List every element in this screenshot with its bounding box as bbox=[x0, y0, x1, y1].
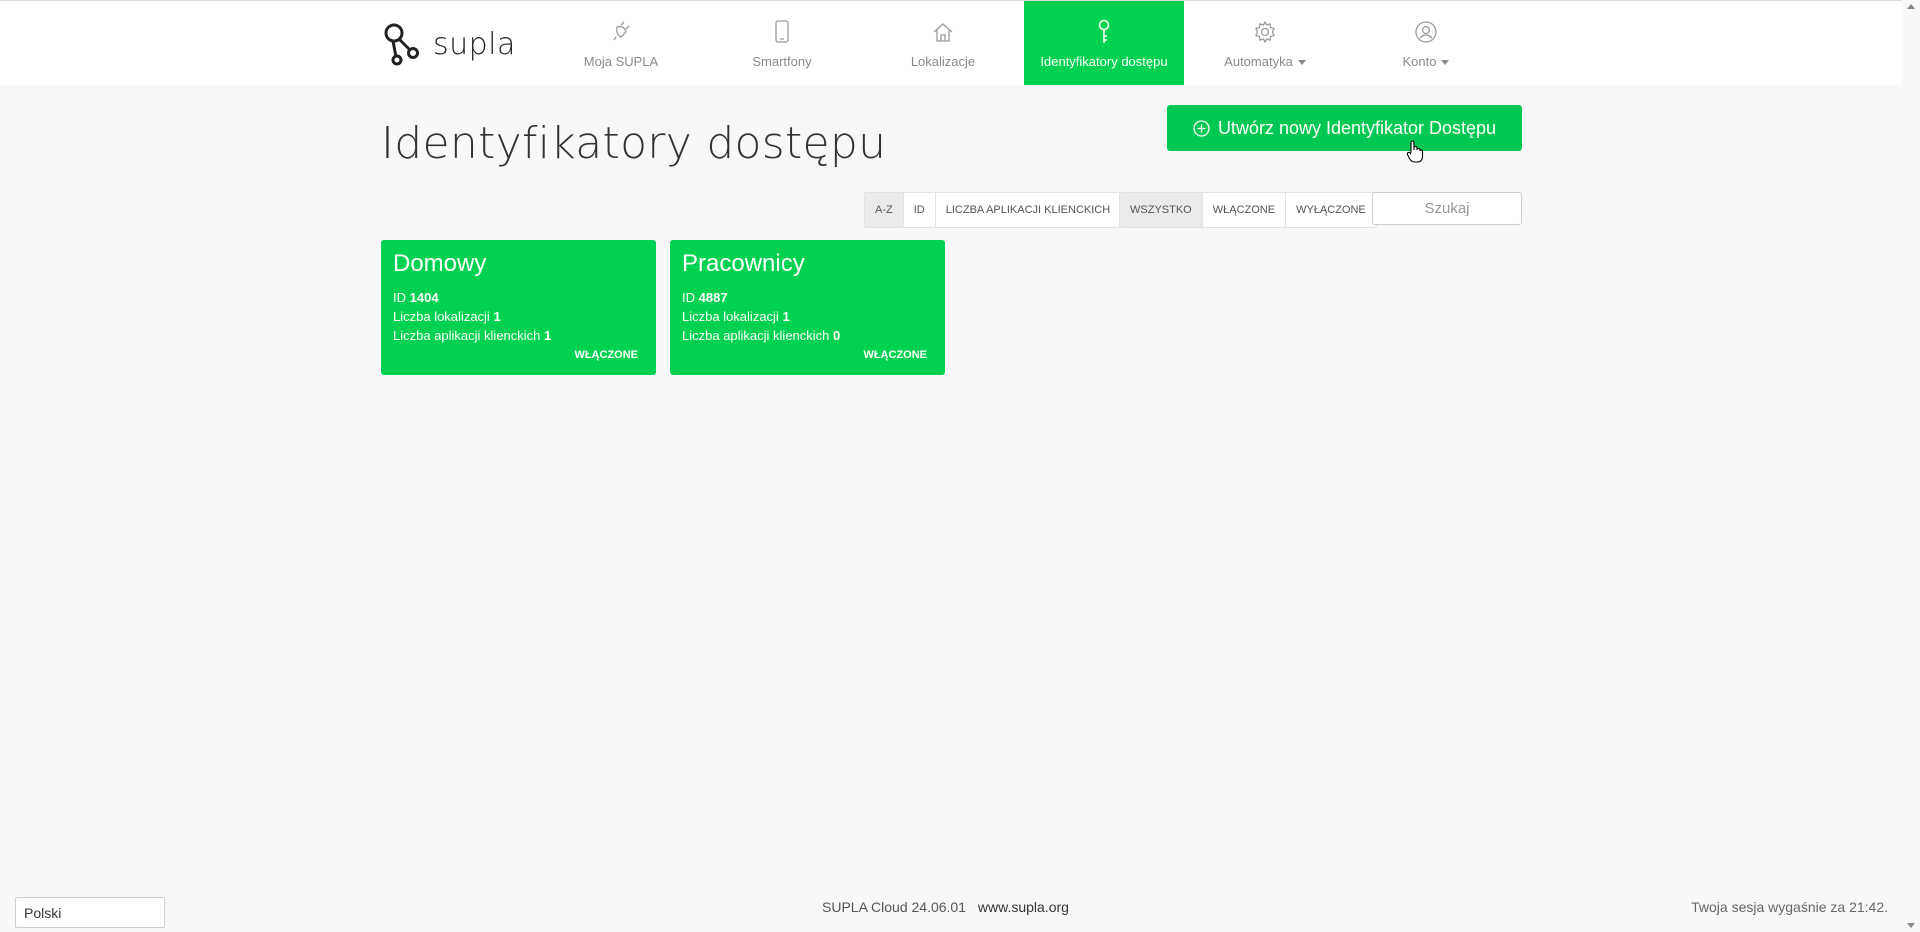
supla-website-link[interactable]: www.supla.org bbox=[978, 899, 1069, 915]
nav-item-automatyka[interactable]: Automatyka bbox=[1185, 1, 1345, 85]
card-id-label: ID bbox=[682, 290, 695, 305]
sort-option-id[interactable]: ID bbox=[904, 193, 936, 227]
card-locations-label: Liczba lokalizacji bbox=[393, 309, 490, 324]
card-id-label: ID bbox=[393, 290, 406, 305]
filter-options: WSZYSTKO WŁĄCZONE WYŁĄCZONE bbox=[1119, 192, 1377, 228]
plus-circle-icon bbox=[1193, 119, 1210, 137]
access-id-card-domowy[interactable]: Domowy ID 1404 Liczba lokalizacji 1 Licz… bbox=[381, 240, 656, 375]
card-id-value: 4887 bbox=[698, 290, 728, 305]
nav-label-text: Konto bbox=[1402, 53, 1437, 69]
card-id: ID 1404 bbox=[393, 288, 644, 307]
nav-label-text: Automatyka bbox=[1224, 53, 1293, 69]
nav-label: Automatyka bbox=[1224, 54, 1306, 69]
nav-item-lokalizacje[interactable]: Lokalizacje bbox=[863, 1, 1023, 85]
access-id-card-pracownicy[interactable]: Pracownicy ID 4887 Liczba lokalizacji 1 … bbox=[670, 240, 945, 375]
plug-icon bbox=[610, 18, 632, 46]
card-clients-label: Liczba aplikacji klienckich bbox=[682, 328, 830, 343]
card-locations: Liczba lokalizacji 1 bbox=[393, 307, 644, 326]
app-version: SUPLA Cloud 24.06.01 bbox=[822, 899, 966, 915]
card-locations: Liczba lokalizacji 1 bbox=[682, 307, 933, 326]
card-locations-value: 1 bbox=[493, 309, 501, 324]
status-badge: WŁĄCZONE bbox=[574, 349, 638, 361]
gear-icon bbox=[1253, 18, 1277, 46]
sort-option-clients[interactable]: LICZBA APLIKACJI KLIENCKICH bbox=[936, 193, 1120, 227]
card-locations-label: Liczba lokalizacji bbox=[682, 309, 779, 324]
card-title: Domowy bbox=[393, 250, 487, 277]
sort-option-az[interactable]: A-Z bbox=[865, 193, 904, 227]
filter-option-all[interactable]: WSZYSTKO bbox=[1120, 193, 1203, 227]
filter-option-disabled[interactable]: WYŁĄCZONE bbox=[1286, 193, 1376, 227]
logo[interactable]: supla bbox=[383, 19, 516, 69]
filter-option-enabled[interactable]: WŁĄCZONE bbox=[1203, 193, 1287, 227]
nav-item-smartfony[interactable]: Smartfony bbox=[702, 1, 862, 85]
caret-down-icon bbox=[1297, 59, 1306, 65]
card-id-value: 1404 bbox=[409, 290, 439, 305]
card-clients-label: Liczba aplikacji klienckich bbox=[393, 328, 541, 343]
brand-name: supla bbox=[433, 26, 516, 62]
nav-label: Konto bbox=[1403, 54, 1450, 69]
card-title: Pracownicy bbox=[682, 250, 805, 277]
card-locations-value: 1 bbox=[782, 309, 790, 324]
scrollbar[interactable] bbox=[1902, 0, 1920, 932]
nav-label: Identyfikatory dostępu bbox=[1040, 53, 1168, 69]
scroll-up-icon[interactable] bbox=[1907, 4, 1915, 9]
caret-down-icon bbox=[1441, 59, 1450, 65]
nav-label: Lokalizacje bbox=[910, 53, 976, 69]
nav-item-konto[interactable]: Konto bbox=[1346, 1, 1506, 85]
navbar: supla Moja SUPLA Smartfony Lokalizacje I… bbox=[0, 1, 1902, 85]
smartphone-icon bbox=[774, 18, 790, 46]
create-access-id-button[interactable]: Utwórz nowy Identyfikator Dostępu bbox=[1167, 105, 1522, 151]
nav-label: Moja SUPLA bbox=[583, 53, 659, 69]
card-clients: Liczba aplikacji klienckich 1 bbox=[393, 326, 644, 345]
status-badge: WŁĄCZONE bbox=[863, 349, 927, 361]
user-icon bbox=[1414, 18, 1438, 46]
card-clients-value: 1 bbox=[544, 328, 552, 343]
card-clients-value: 0 bbox=[833, 328, 841, 343]
card-id: ID 4887 bbox=[682, 288, 933, 307]
home-icon bbox=[932, 18, 954, 46]
search-input[interactable] bbox=[1372, 192, 1522, 225]
supla-logo-icon bbox=[384, 23, 419, 66]
nav-label: Smartfony bbox=[752, 53, 812, 69]
footer-version-info: SUPLA Cloud 24.06.01 www.supla.org bbox=[822, 899, 1069, 915]
nav-item-identyfikatory[interactable]: Identyfikatory dostępu bbox=[1024, 1, 1184, 85]
key-icon bbox=[1096, 18, 1112, 46]
language-select[interactable]: Polski bbox=[15, 897, 165, 928]
hand-cursor-icon bbox=[1406, 140, 1424, 163]
scroll-down-icon[interactable] bbox=[1907, 923, 1915, 928]
session-expiry: Twoja sesja wygaśnie za 21:42. bbox=[1691, 899, 1888, 915]
nav-item-moja-supla[interactable]: Moja SUPLA bbox=[541, 1, 701, 85]
card-clients: Liczba aplikacji klienckich 0 bbox=[682, 326, 933, 345]
create-button-label: Utwórz nowy Identyfikator Dostępu bbox=[1217, 117, 1497, 138]
sort-options: A-Z ID LICZBA APLIKACJI KLIENCKICH bbox=[864, 192, 1122, 228]
page-title: Identyfikatory dostępu bbox=[381, 118, 887, 169]
